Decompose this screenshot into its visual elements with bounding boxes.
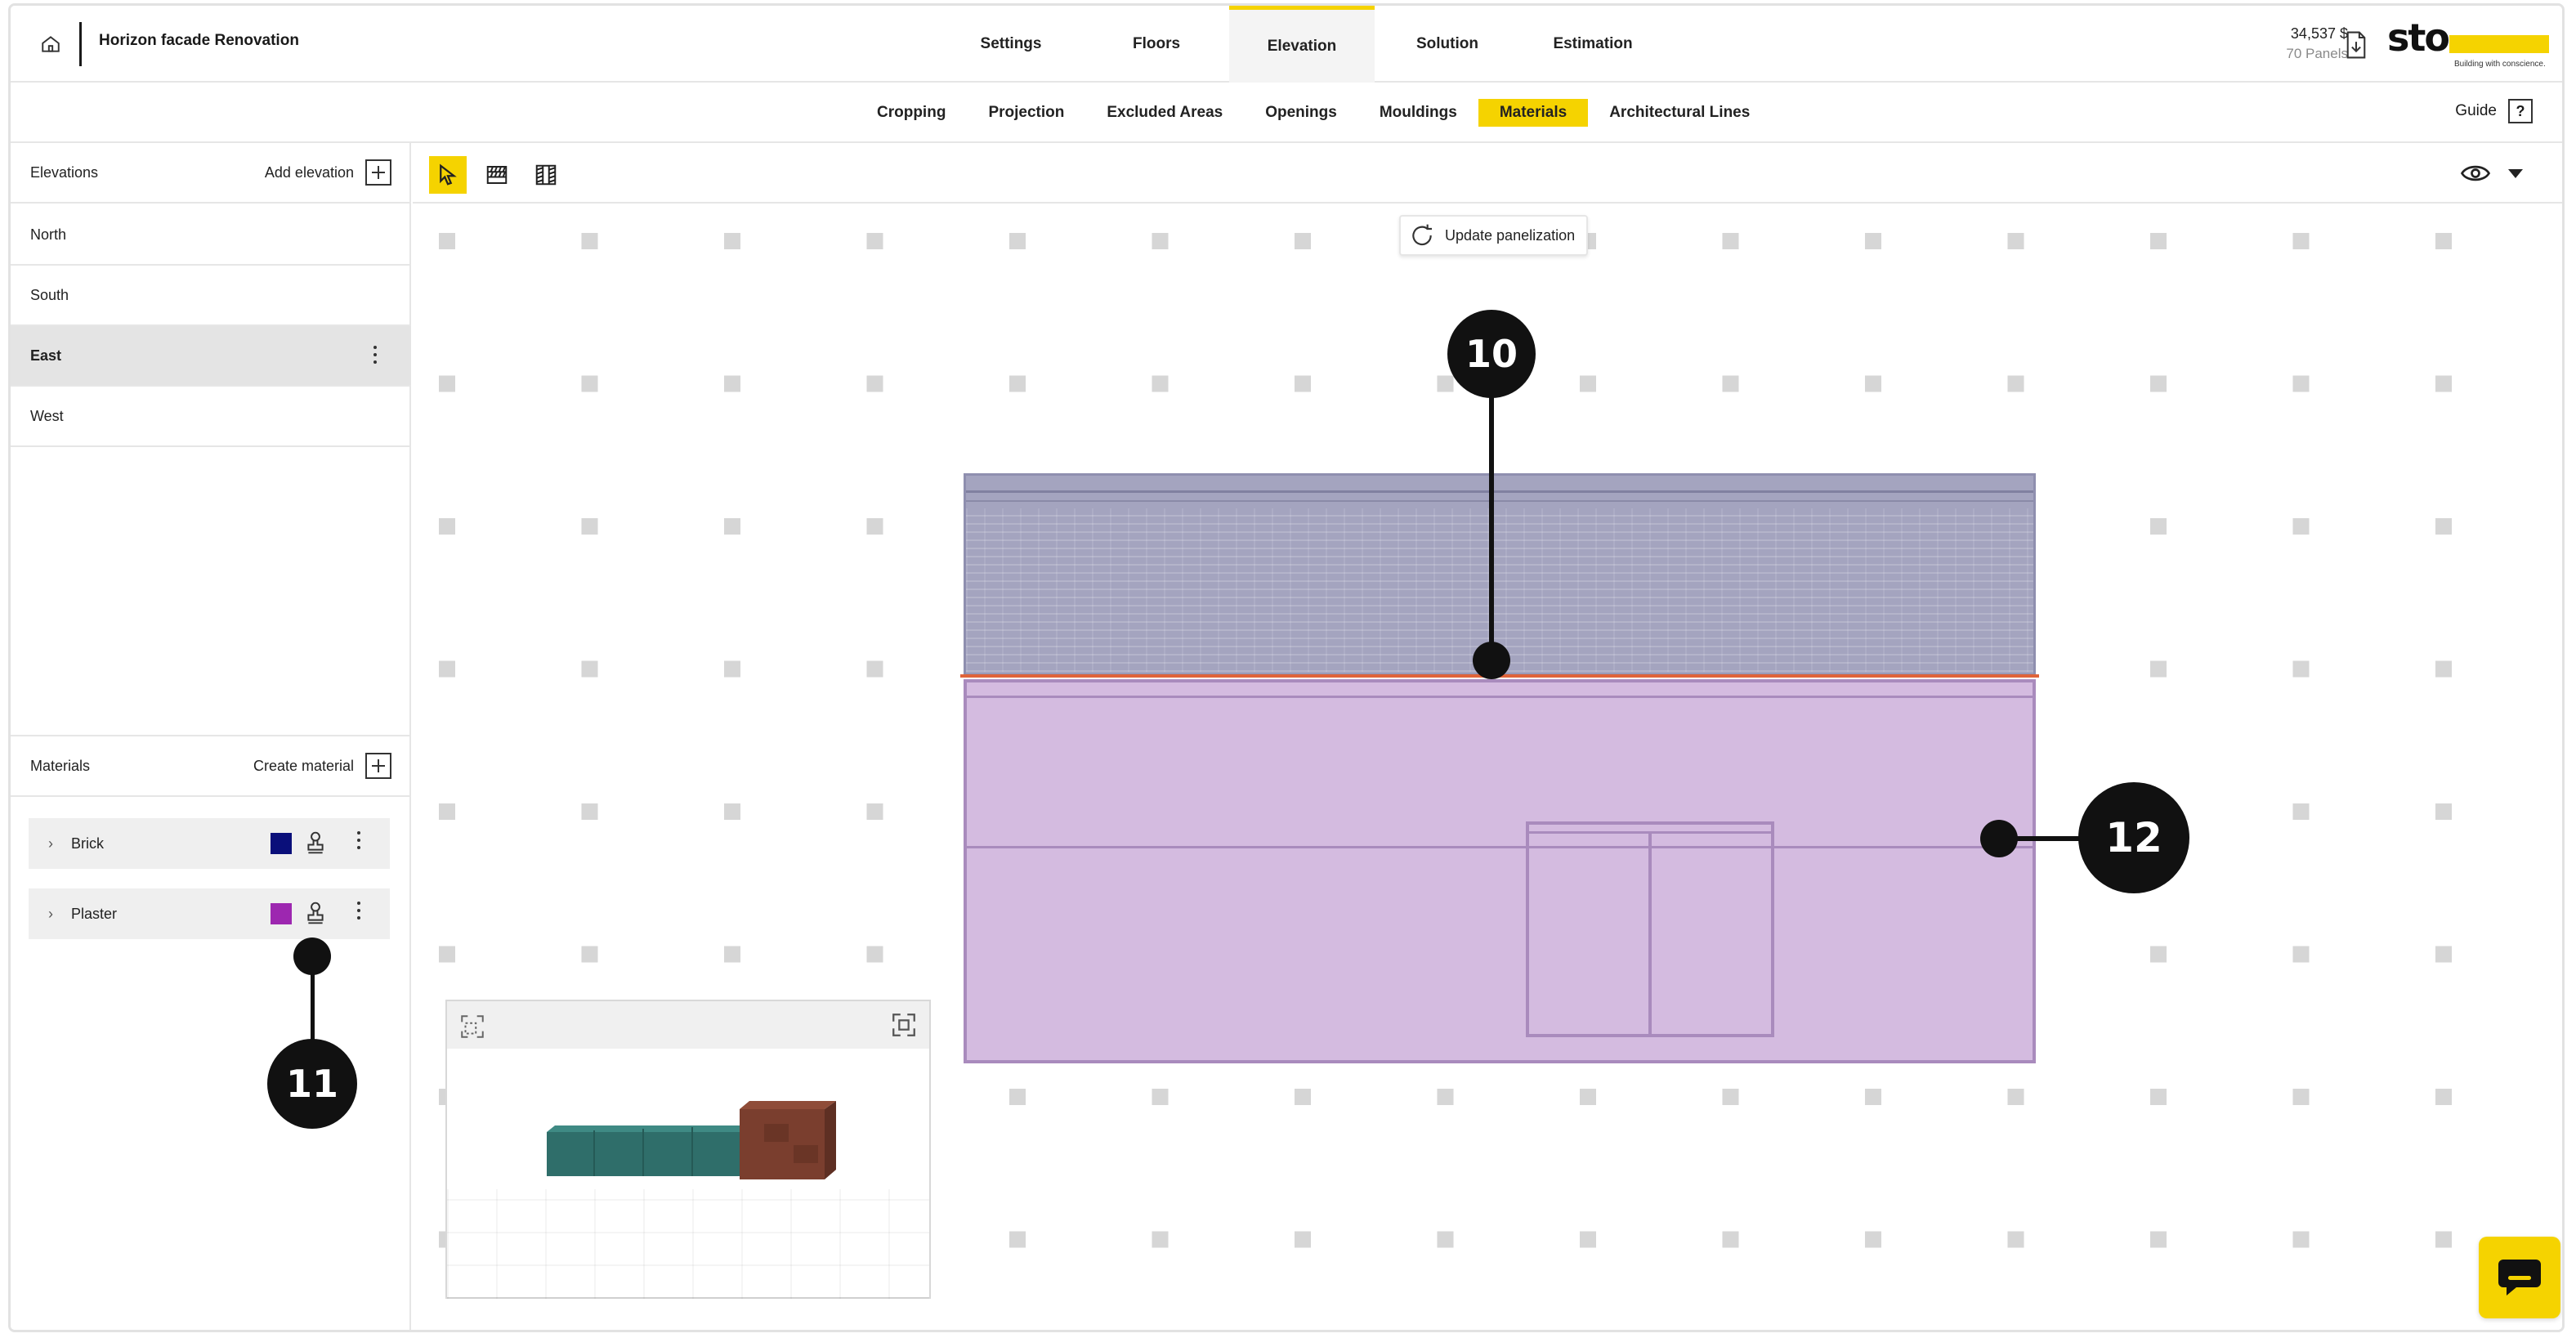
- tab-settings[interactable]: Settings: [938, 6, 1084, 83]
- download-file-icon: [2346, 31, 2366, 59]
- tab-elevation[interactable]: Elevation: [1229, 6, 1375, 83]
- view-options-dropdown[interactable]: [2508, 169, 2523, 178]
- elevation-item-west[interactable]: West: [11, 387, 411, 447]
- chevron-right-icon[interactable]: ›: [48, 906, 53, 923]
- more-options-icon[interactable]: [357, 831, 362, 849]
- elevation-item-label: East: [30, 347, 62, 364]
- update-panelization-label: Update panelization: [1445, 226, 1576, 244]
- create-material-button[interactable]: Create material: [253, 753, 391, 779]
- refresh-icon: [1412, 224, 1432, 245]
- apply-material-stamp-icon[interactable]: [303, 830, 328, 856]
- tab-floors[interactable]: Floors: [1084, 6, 1229, 83]
- subtab-mouldings[interactable]: Mouldings: [1358, 99, 1478, 127]
- material-item-brick[interactable]: › Brick: [29, 818, 390, 869]
- sub-navigation: Cropping Projection Excluded Areas Openi…: [11, 83, 2562, 143]
- guide-button[interactable]: Guide ?: [2455, 99, 2533, 123]
- material-color-swatch[interactable]: [271, 833, 292, 854]
- wall-cornice-line: [966, 500, 2033, 502]
- tab-solution[interactable]: Solution: [1375, 6, 1520, 83]
- callout-11: 11: [267, 1039, 357, 1129]
- callout-11-leader: [311, 960, 315, 1050]
- material-color-swatch[interactable]: [271, 903, 292, 924]
- building-3d-model: [547, 1101, 836, 1179]
- logo-text: sto: [2387, 16, 2450, 60]
- cursor-icon: [440, 163, 457, 186]
- subtab-architectural-lines[interactable]: Architectural Lines: [1588, 99, 1771, 127]
- material-label: Brick: [71, 835, 104, 852]
- update-panelization-button[interactable]: Update panelization: [1399, 215, 1589, 256]
- canvas-toolbar: [413, 143, 2562, 204]
- elevation-item-north[interactable]: North: [11, 205, 411, 266]
- project-title: Horizon facade Renovation: [99, 32, 299, 49]
- guide-label: Guide: [2455, 102, 2497, 119]
- subtab-projection[interactable]: Projection: [967, 99, 1085, 127]
- plus-icon: [365, 159, 391, 186]
- top-bar: Horizon facade Renovation Settings Floor…: [11, 6, 2562, 83]
- wall-edge-line: [967, 696, 2033, 698]
- chevron-right-icon[interactable]: ›: [48, 835, 53, 852]
- main-tabs: Settings Floors Elevation Solution Estim…: [938, 6, 1666, 83]
- apply-material-stamp-icon[interactable]: [303, 900, 328, 926]
- create-material-label: Create material: [253, 757, 354, 774]
- visibility-eye-icon[interactable]: [2461, 161, 2490, 186]
- app-window: Horizon facade Renovation Settings Floor…: [8, 3, 2565, 1332]
- elevation-canvas[interactable]: Update panelization 10 12: [413, 205, 2562, 1330]
- logo-bar: [2449, 35, 2549, 53]
- elevation-item-south[interactable]: South: [11, 266, 411, 326]
- horizontal-pattern-tool-button[interactable]: [478, 156, 516, 194]
- header-divider: [79, 22, 82, 66]
- materials-header: Materials Create material: [11, 736, 411, 797]
- callout-10-leader: [1489, 393, 1494, 655]
- add-elevation-button[interactable]: Add elevation: [265, 159, 391, 186]
- vertical-pattern-tool-button[interactable]: [527, 156, 565, 194]
- tab-estimation[interactable]: Estimation: [1520, 6, 1666, 83]
- more-options-icon[interactable]: [373, 346, 378, 364]
- sub-tabs: Cropping Projection Excluded Areas Openi…: [856, 99, 1771, 127]
- subtab-openings[interactable]: Openings: [1244, 99, 1358, 127]
- lower-wall-plaster-area[interactable]: [964, 679, 2036, 1063]
- price-amount: 34,537 $: [2290, 25, 2348, 42]
- chat-support-button[interactable]: [2479, 1237, 2560, 1318]
- add-elevation-label: Add elevation: [264, 163, 354, 181]
- callout-12: 12: [2078, 782, 2189, 893]
- subtab-cropping[interactable]: Cropping: [856, 99, 967, 127]
- home-button[interactable]: [35, 29, 66, 60]
- callout-10: 10: [1447, 310, 1536, 398]
- more-options-icon[interactable]: [357, 902, 362, 920]
- plus-icon: [365, 753, 391, 779]
- sto-logo: sto Building with conscience.: [2387, 16, 2559, 73]
- vertical-hatch-icon: [535, 164, 557, 186]
- elevations-header: Elevations Add elevation: [11, 143, 411, 204]
- subtab-materials[interactable]: Materials: [1478, 99, 1589, 127]
- elevations-title: Elevations: [30, 163, 99, 181]
- horizontal-hatch-icon: [486, 166, 508, 184]
- door-split-line: [1648, 831, 1652, 1037]
- 3d-preview-window[interactable]: [445, 1000, 931, 1299]
- materials-title: Materials: [30, 757, 91, 774]
- subtab-excluded-areas[interactable]: Excluded Areas: [1085, 99, 1244, 127]
- price-summary: 34,537 $ 70 Panels: [2286, 25, 2348, 62]
- left-panel: Elevations Add elevation North South Eas…: [11, 143, 411, 1330]
- material-item-plaster[interactable]: › Plaster: [29, 888, 390, 939]
- download-button[interactable]: [2343, 30, 2369, 60]
- callout-10-anchor: [1473, 642, 1510, 679]
- elevation-item-east[interactable]: East: [11, 326, 411, 387]
- material-label: Plaster: [71, 905, 118, 922]
- panel-count: 70 Panels: [2286, 46, 2348, 61]
- logo-tagline: Building with conscience.: [2454, 60, 2546, 69]
- help-icon: ?: [2508, 99, 2533, 123]
- wall-cornice-line: [966, 490, 2033, 493]
- chat-bubble-icon: [2498, 1260, 2541, 1295]
- wall-panel-line: [967, 846, 2033, 848]
- home-icon: [42, 36, 60, 52]
- select-tool-button[interactable]: [429, 156, 467, 194]
